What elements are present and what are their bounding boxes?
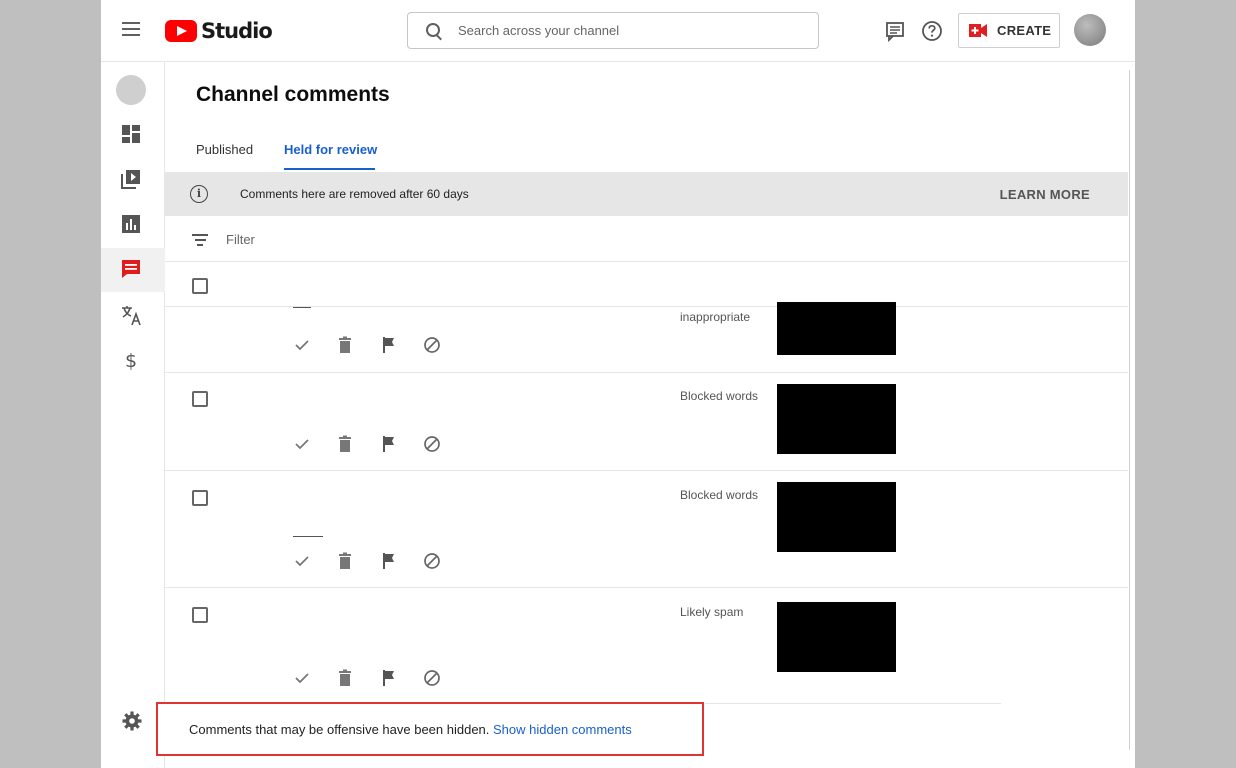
search-input[interactable] — [458, 23, 788, 38]
create-label: CREATE — [997, 23, 1052, 38]
hidden-notice-message: Comments that may be offensive have been… — [189, 722, 490, 737]
hidden-notice-text: Comments that may be offensive have been… — [189, 722, 632, 737]
filter-icon[interactable] — [192, 234, 208, 249]
row-checkbox[interactable] — [192, 490, 208, 506]
report-flag-icon[interactable] — [379, 551, 399, 571]
truncated-text — [293, 536, 323, 537]
account-avatar[interactable] — [1074, 14, 1106, 46]
create-video-icon — [969, 24, 987, 37]
comment-row: Blocked words — [165, 471, 1128, 588]
video-thumbnail[interactable] — [777, 602, 896, 672]
comments-icon — [122, 260, 140, 278]
hide-user-icon[interactable] — [422, 335, 442, 355]
held-reason: Blocked words — [680, 389, 759, 403]
banner-text: Comments here are removed after 60 days — [240, 187, 469, 201]
held-reason: inappropriate — [680, 310, 751, 324]
translate-icon — [122, 306, 141, 326]
sidebar-item-content[interactable] — [101, 158, 165, 202]
youtube-play-icon — [165, 20, 197, 42]
approve-icon[interactable] — [292, 668, 312, 688]
approve-icon[interactable] — [292, 551, 312, 571]
sidebar-item-dashboard[interactable] — [101, 113, 165, 157]
report-flag-icon[interactable] — [379, 335, 399, 355]
report-flag-icon[interactable] — [379, 434, 399, 454]
approve-icon[interactable] — [292, 335, 312, 355]
logo-text: Studio — [201, 19, 273, 43]
hide-user-icon[interactable] — [422, 551, 442, 571]
info-icon: i — [190, 185, 208, 203]
dashboard-icon — [122, 125, 140, 143]
delete-icon[interactable] — [335, 434, 355, 454]
analytics-icon — [122, 215, 140, 233]
divider — [705, 703, 1001, 704]
held-reason: Blocked words — [680, 488, 759, 502]
studio-window: Studio CREATE — [101, 0, 1135, 768]
hidden-comments-notice: Comments that may be offensive have been… — [156, 702, 704, 756]
approve-icon[interactable] — [292, 434, 312, 454]
row-checkbox[interactable] — [192, 607, 208, 623]
tab-published[interactable]: Published — [196, 142, 253, 172]
main-content: Channel comments Published Held for revi… — [156, 62, 1135, 768]
filter-input[interactable]: Filter — [226, 232, 255, 247]
settings-icon[interactable] — [121, 710, 143, 732]
delete-icon[interactable] — [335, 551, 355, 571]
video-thumbnail[interactable] — [777, 302, 896, 355]
monetization-icon: $ — [125, 350, 137, 371]
delete-icon[interactable] — [335, 335, 355, 355]
row-checkbox[interactable] — [192, 391, 208, 407]
svg-text:$: $ — [125, 350, 137, 371]
held-reason: Likely spam — [680, 605, 744, 619]
comment-row: Likely spam — [165, 588, 1128, 702]
hide-user-icon[interactable] — [422, 434, 442, 454]
sidebar-item-monetization[interactable]: $ — [101, 338, 165, 382]
help-icon[interactable] — [921, 20, 943, 42]
active-tab-indicator — [284, 168, 375, 170]
content-icon — [121, 170, 140, 189]
comment-row: Blocked words — [165, 373, 1128, 471]
video-thumbnail[interactable] — [777, 384, 896, 454]
page-title: Channel comments — [196, 83, 390, 106]
sidebar: $ — [101, 62, 165, 768]
comment-row: inappropriate — [165, 302, 1128, 373]
select-all-checkbox[interactable] — [192, 278, 208, 294]
sidebar-item-comments[interactable] — [101, 248, 165, 292]
sidebar-item-analytics[interactable] — [101, 203, 165, 247]
sidebar-item-translations[interactable] — [101, 293, 165, 337]
search-bar[interactable] — [407, 12, 819, 49]
top-bar: Studio CREATE — [101, 0, 1135, 62]
search-icon — [426, 22, 442, 39]
info-banner: i Comments here are removed after 60 day… — [165, 172, 1128, 216]
create-button[interactable]: CREATE — [958, 13, 1060, 48]
truncated-text — [293, 307, 311, 308]
select-all-row — [165, 263, 1128, 307]
show-hidden-comments-link[interactable]: Show hidden comments — [493, 722, 632, 737]
channel-avatar[interactable] — [116, 75, 146, 105]
delete-icon[interactable] — [335, 668, 355, 688]
learn-more-button[interactable]: LEARN MORE — [1000, 187, 1090, 202]
report-flag-icon[interactable] — [379, 668, 399, 688]
hide-user-icon[interactable] — [422, 668, 442, 688]
menu-icon[interactable] — [122, 22, 140, 36]
feedback-icon[interactable] — [884, 20, 906, 42]
filter-bar[interactable]: Filter — [165, 217, 1128, 262]
video-thumbnail[interactable] — [777, 482, 896, 552]
studio-logo[interactable]: Studio — [165, 18, 273, 44]
